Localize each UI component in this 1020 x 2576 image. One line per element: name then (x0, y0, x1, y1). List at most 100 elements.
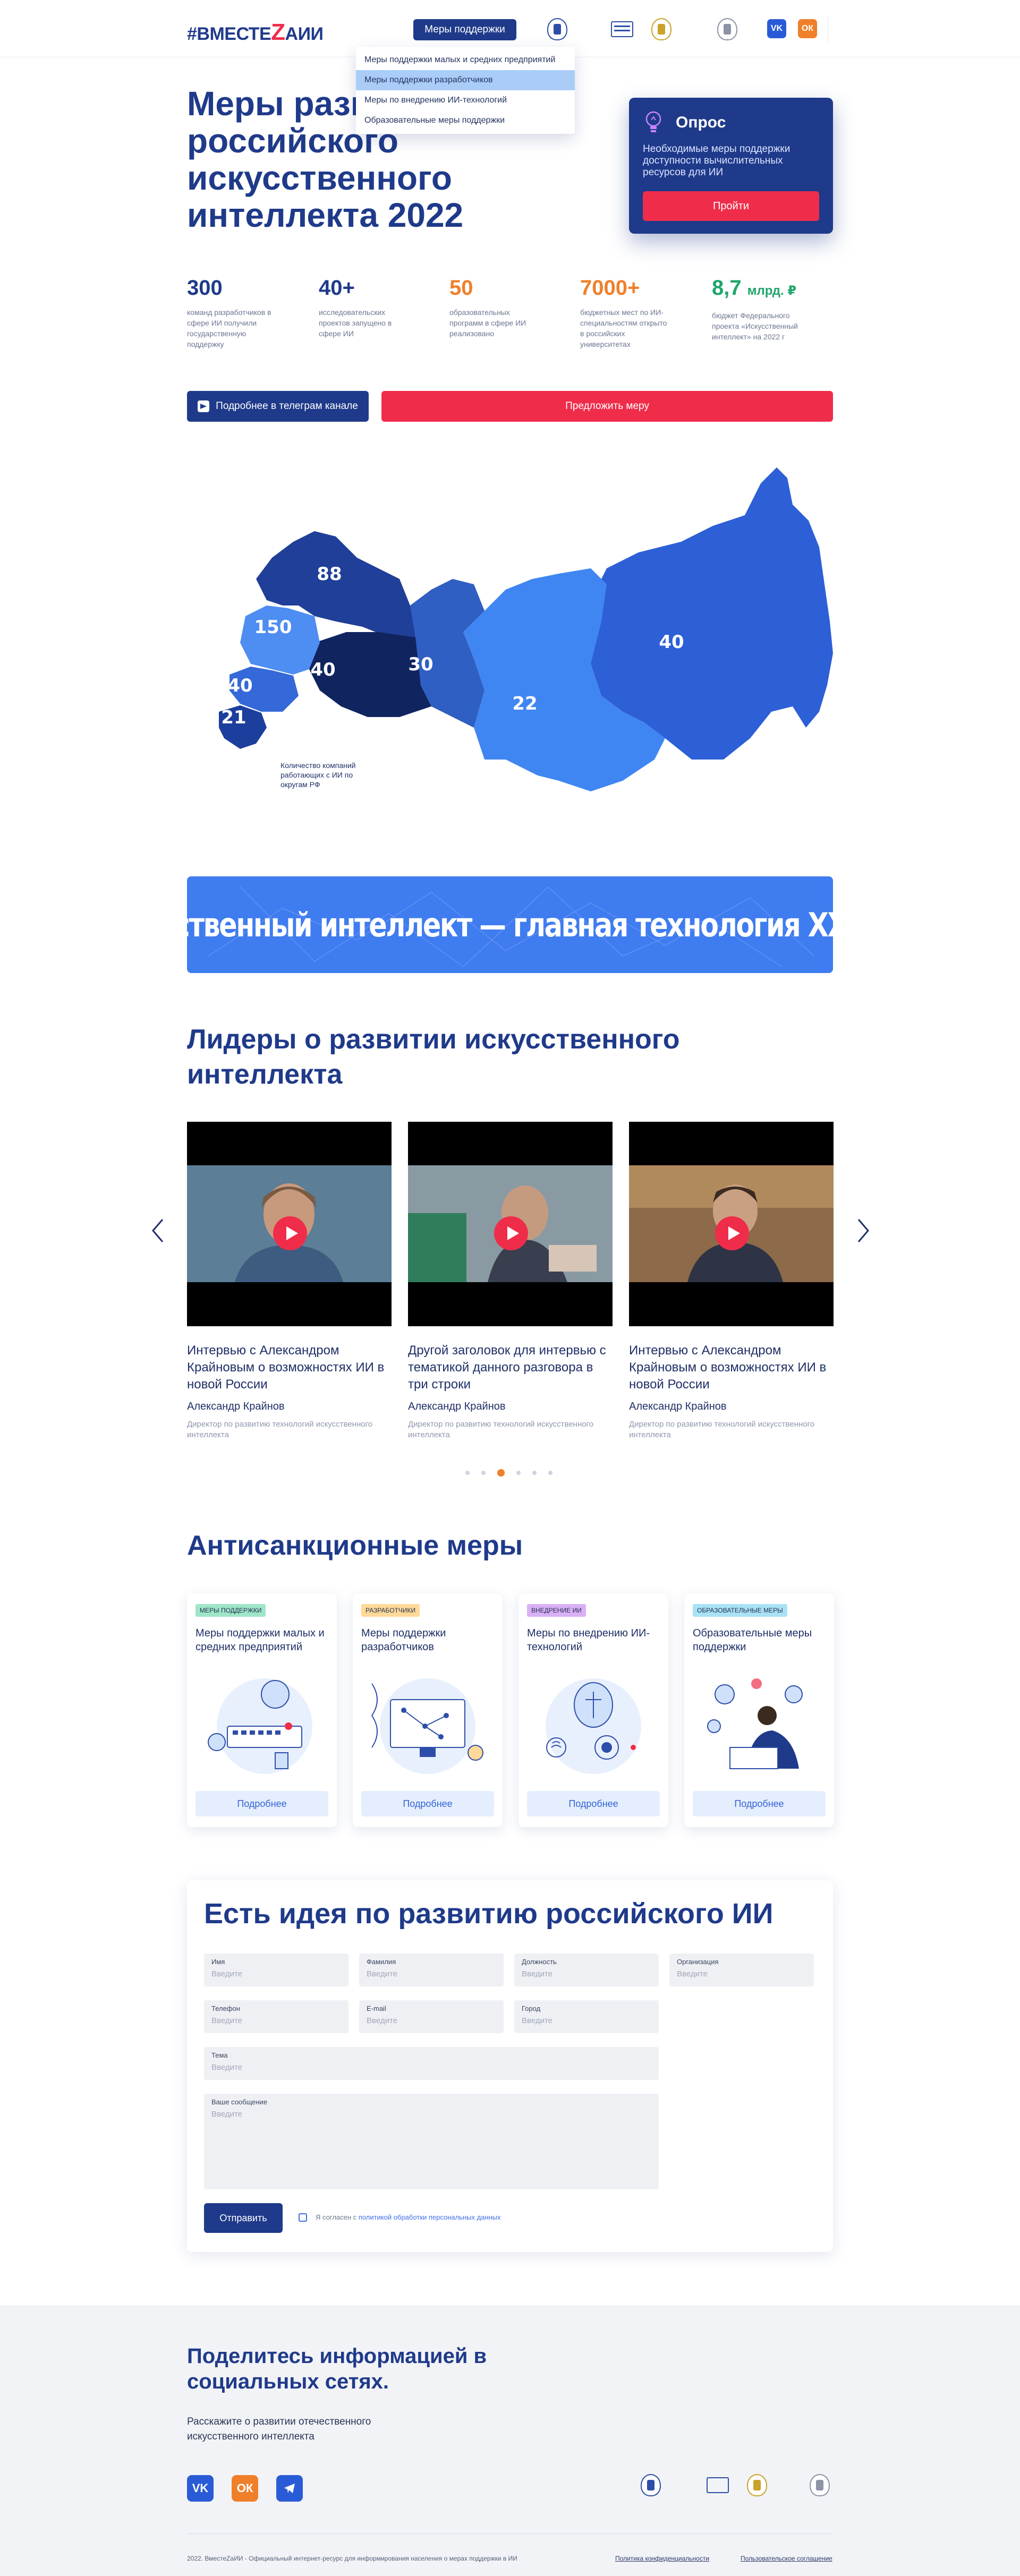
carousel-dot[interactable] (532, 1471, 537, 1475)
partner-logo-government[interactable] (611, 16, 633, 42)
partner-logo-ministry-digital[interactable] (547, 16, 594, 42)
site-footer: Поделитесь информацией в социальных сетя… (0, 2305, 1020, 2576)
video-card[interactable]: Интервью с Александром Крайновым о возмо… (187, 1122, 392, 1440)
message-textarea[interactable]: Ваше сообщение Введите (204, 2094, 659, 2189)
building-icon (611, 21, 633, 37)
propose-measure-button[interactable]: Предложить меру (381, 391, 833, 422)
stat-value: 40+ (319, 276, 355, 300)
video-player[interactable] (408, 1122, 613, 1326)
stat-value: 8,7 млрд. ₽ (712, 276, 797, 300)
dropdown-item-sme[interactable]: Меры поддержки малых и средних предприят… (356, 50, 575, 70)
field-label: Телефон (211, 2004, 240, 2012)
video-title[interactable]: Интервью с Александром Крайновым о возмо… (629, 1342, 834, 1393)
video-player[interactable] (629, 1122, 834, 1326)
partner-logo-government[interactable] (707, 2472, 729, 2498)
play-button-icon[interactable] (494, 1216, 528, 1250)
video-title[interactable]: Интервью с Александром Крайновым о возмо… (187, 1342, 392, 1393)
partner-logo-ministry-economy[interactable] (747, 2472, 767, 2498)
measure-more-button[interactable]: Подробнее (693, 1791, 826, 1816)
position-field[interactable]: Должность Введите (514, 1954, 659, 1986)
privacy-policy-link[interactable]: политикой обработки персональных данных (359, 2213, 501, 2221)
user-agreement-link[interactable]: Пользовательское соглашение (741, 2555, 832, 2562)
consent-label: Я согласен с политикой обработки персона… (316, 2213, 501, 2221)
stat-text: команд разработчиков в сфере ИИ получили… (187, 308, 271, 348)
map-value-label: 40 (310, 659, 335, 680)
field-label: Имя (211, 1958, 225, 1966)
field-label: Тема (211, 2051, 228, 2059)
field-label: Фамилия (367, 1958, 396, 1966)
field-label: E-mail (367, 2004, 386, 2012)
odnoklassniki-icon[interactable]: ОК (232, 2475, 258, 2502)
phone-field[interactable]: Телефон Введите (204, 2000, 348, 2033)
carousel-dot[interactable] (481, 1471, 486, 1475)
dropdown-item-education[interactable]: Образовательные меры поддержки (356, 110, 575, 131)
video-author: Александр Крайнов (408, 1401, 506, 1412)
measure-more-button[interactable]: Подробнее (361, 1791, 494, 1816)
measure-title: Меры поддержки разработчиков (361, 1627, 446, 1653)
carousel-dot-active[interactable] (497, 1469, 505, 1477)
field-placeholder: Введите (211, 2110, 242, 2119)
site-logo[interactable]: #ВМЕСТЕZАИИ (187, 19, 324, 46)
measure-tag: МЕРЫ ПОДДЕРЖКИ (196, 1604, 266, 1617)
field-label: Организация (677, 1958, 719, 1966)
email-field[interactable]: E-mail Введите (359, 2000, 504, 2033)
measure-title: Образовательные меры поддержки (693, 1627, 812, 1653)
field-placeholder: Введите (522, 1969, 552, 1978)
odnoklassniki-icon[interactable]: ОК (798, 19, 817, 38)
consent-text: Я согласен с (316, 2213, 357, 2221)
survey-start-button[interactable]: Пройти (643, 191, 819, 221)
dropdown-item-ai-adoption[interactable]: Меры по внедрению ИИ-технологий (356, 90, 575, 110)
measure-card-education[interactable]: ОБРАЗОВАТЕЛЬНЫЕ МЕРЫ Образовательные мер… (684, 1593, 834, 1827)
dropdown-item-developers[interactable]: Меры поддержки разработчиков (356, 70, 575, 90)
lightbulb-icon (645, 111, 661, 132)
video-title[interactable]: Другой заголовок для интервью с тематико… (408, 1342, 613, 1393)
stat-value: 50 (449, 276, 473, 300)
city-field[interactable]: Город Введите (514, 2000, 659, 2033)
stat-item: 8,7 млрд. ₽ бюджет Федерального проекта … (712, 275, 833, 342)
privacy-policy-link[interactable]: Политика конфиденциальности (615, 2555, 709, 2562)
partner-logo-ministry-economy[interactable] (651, 16, 703, 42)
measure-card-sme[interactable]: МЕРЫ ПОДДЕРЖКИ Меры поддержки малых и ср… (187, 1593, 337, 1827)
video-author: Александр Крайнов (187, 1401, 285, 1412)
vk-icon[interactable]: VK (767, 19, 786, 38)
measure-card-ai-adoption[interactable]: ВНЕДРЕНИЕ ИИ Меры по внедрению ИИ-технол… (518, 1593, 668, 1827)
measure-tag: ОБРАЗОВАТЕЛЬНЫЕ МЕРЫ (693, 1604, 787, 1617)
video-player[interactable] (187, 1122, 392, 1326)
partner-logo-ministry-education[interactable] (810, 2472, 830, 2498)
submit-button[interactable]: Отправить (204, 2203, 283, 2233)
carousel-dot[interactable] (516, 1471, 521, 1475)
field-placeholder: Введите (211, 2063, 242, 2072)
field-placeholder: Введите (367, 2016, 397, 2025)
vk-icon[interactable]: VK (187, 2475, 214, 2502)
video-card[interactable]: Интервью с Александром Крайновым о возмо… (629, 1122, 834, 1440)
measure-more-button[interactable]: Подробнее (196, 1791, 328, 1816)
map-value-label: 21 (221, 707, 246, 728)
carousel-dot[interactable] (465, 1471, 470, 1475)
partner-logo-ministry-education[interactable] (717, 16, 737, 42)
logo-text-left: #ВМЕСТЕ (187, 24, 271, 44)
carousel-next-arrow-icon[interactable] (855, 1217, 871, 1244)
stat-item: 40+ исследовательских проектов запущено … (319, 275, 425, 339)
banner-text: Искусственный интеллект — главная технол… (187, 905, 833, 944)
survey-text: Необходимые меры поддержки доступности в… (643, 143, 790, 178)
carousel-prev-arrow-icon[interactable] (150, 1217, 166, 1244)
map-value-label: 40 (227, 675, 252, 696)
computer-dna-illustration (371, 1678, 483, 1774)
video-card[interactable]: Другой заголовок для интервью с тематико… (408, 1122, 613, 1440)
measure-card-developers[interactable]: РАЗРАБОТЧИКИ Меры поддержки разработчико… (353, 1593, 503, 1827)
field-label: Город (522, 2004, 541, 2012)
play-button-icon[interactable] (715, 1216, 749, 1250)
name-field[interactable]: Имя Введите (204, 1954, 348, 1986)
telegram-channel-button[interactable]: Подробнее в телеграм канале (187, 391, 369, 422)
carousel-dot[interactable] (548, 1471, 552, 1475)
play-button-icon[interactable] (273, 1216, 307, 1250)
measure-more-button[interactable]: Подробнее (527, 1791, 660, 1816)
student-laptop-illustration (707, 1678, 803, 1769)
topic-field[interactable]: Тема Введите (204, 2047, 659, 2080)
consent-checkbox[interactable] (299, 2213, 307, 2222)
organization-field[interactable]: Организация Введите (669, 1954, 814, 1986)
surname-field[interactable]: Фамилия Введите (359, 1954, 504, 1986)
telegram-icon[interactable] (276, 2475, 303, 2502)
measures-menu-button[interactable]: Меры поддержки (413, 19, 516, 40)
partner-logo-ministry-digital[interactable] (641, 2472, 661, 2498)
